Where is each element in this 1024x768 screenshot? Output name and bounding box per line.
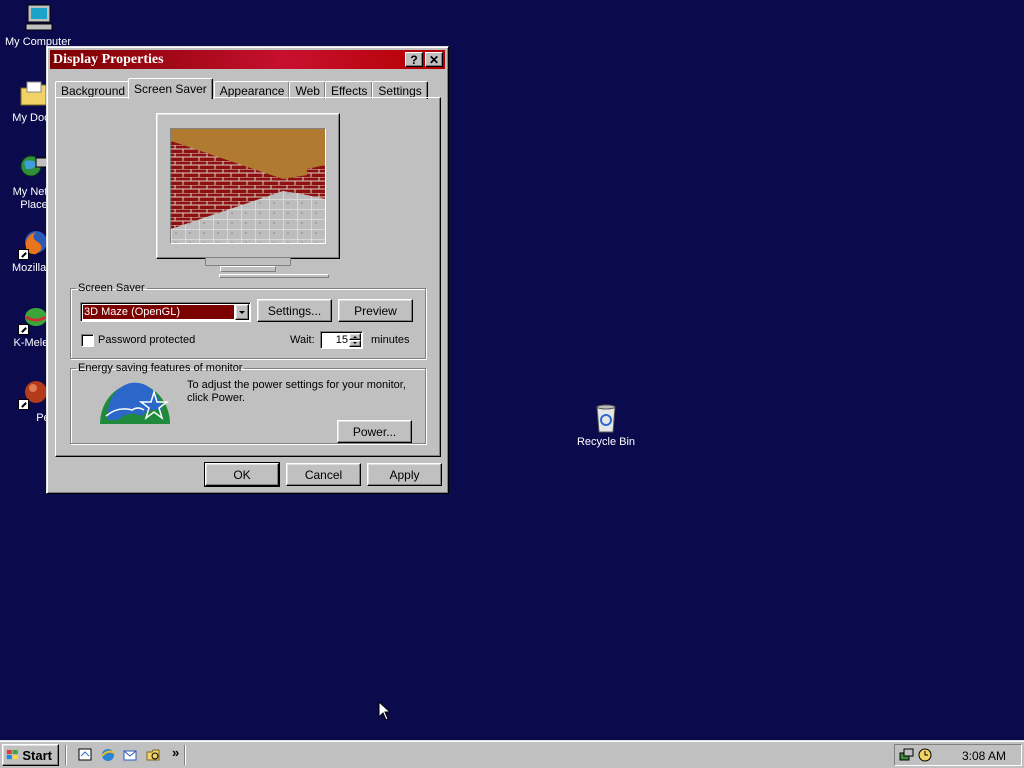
spin-up-arrow-icon[interactable] xyxy=(349,333,361,340)
system-tray: 3:08 AM xyxy=(894,744,1022,766)
monitor-preview xyxy=(156,113,340,259)
energy-star-logo-icon xyxy=(98,380,172,424)
energy-saving-group-label: Energy saving features of monitor xyxy=(78,362,243,374)
start-label: Start xyxy=(22,747,52,763)
computer-icon xyxy=(22,2,54,34)
clock[interactable]: 3:08 AM xyxy=(962,749,1006,763)
wait-unit-label: minutes xyxy=(371,334,410,346)
explorer-icon[interactable] xyxy=(145,747,161,763)
display-properties-window: Display Properties ? ✕ Background Screen… xyxy=(46,46,449,494)
wait-minutes-spinner[interactable]: 15 xyxy=(320,331,363,349)
internet-explorer-icon[interactable] xyxy=(100,747,116,763)
preview-button[interactable]: Preview xyxy=(338,299,413,322)
monitor-base xyxy=(220,266,276,272)
window-title: Display Properties xyxy=(53,51,164,67)
shortcut-arrow-icon xyxy=(18,249,29,260)
ok-button[interactable]: OK xyxy=(204,462,280,487)
screen-saver-panel: Screen Saver 3D Maze (OpenGL) Settings..… xyxy=(55,97,441,457)
screensaver-select[interactable]: 3D Maze (OpenGL) xyxy=(80,302,251,322)
start-button[interactable]: Start xyxy=(2,744,59,766)
chevron-down-icon[interactable] xyxy=(235,304,249,320)
password-protected-label: Password protected xyxy=(98,334,196,346)
screen-saver-group-label: Screen Saver xyxy=(78,282,145,294)
screensaver-preview-screen xyxy=(170,128,326,244)
spin-down-arrow-icon[interactable] xyxy=(349,340,361,347)
scheduler-tray-icon[interactable] xyxy=(917,747,933,763)
show-desktop-icon[interactable] xyxy=(77,747,93,763)
desktop-icon-my-computer[interactable]: My Computer xyxy=(2,2,74,49)
taskbar-separator-2 xyxy=(184,745,186,765)
tab-strip: Background Screen Saver Appearance Web E… xyxy=(55,77,428,99)
quick-launch-more-icon[interactable]: » xyxy=(172,745,179,760)
shortcut-arrow-icon xyxy=(18,324,29,335)
close-button[interactable]: ✕ xyxy=(425,52,443,67)
wait-label: Wait: xyxy=(290,334,315,346)
outlook-express-icon[interactable] xyxy=(122,747,138,763)
desktop-icon-recycle-bin[interactable]: Recycle Bin xyxy=(570,402,642,449)
apply-button[interactable]: Apply xyxy=(367,463,442,486)
cancel-button[interactable]: Cancel xyxy=(286,463,361,486)
monitor-foot xyxy=(219,274,329,278)
taskbar-separator xyxy=(65,745,67,765)
windows-logo-icon xyxy=(6,749,18,760)
monitor-stand xyxy=(205,258,291,266)
screensaver-selected-value: 3D Maze (OpenGL) xyxy=(83,305,234,319)
title-bar[interactable]: Display Properties ? ✕ xyxy=(50,50,445,69)
power-button[interactable]: Power... xyxy=(337,420,412,443)
mouse-cursor-icon xyxy=(378,700,392,721)
network-tray-icon[interactable] xyxy=(899,747,915,763)
desktop-icon-label: Recycle Bin xyxy=(576,436,636,448)
wait-minutes-value: 15 xyxy=(335,334,348,346)
help-button[interactable]: ? xyxy=(405,52,423,67)
shortcut-arrow-icon xyxy=(18,399,29,410)
energy-saving-description: To adjust the power settings for your mo… xyxy=(187,379,406,404)
settings-button[interactable]: Settings... xyxy=(257,299,332,322)
taskbar: Start » 3:08 AM xyxy=(0,740,1024,768)
password-protected-checkbox[interactable] xyxy=(81,334,94,347)
recycle-bin-icon xyxy=(590,402,622,434)
tab-screen-saver[interactable]: Screen Saver xyxy=(128,78,213,99)
